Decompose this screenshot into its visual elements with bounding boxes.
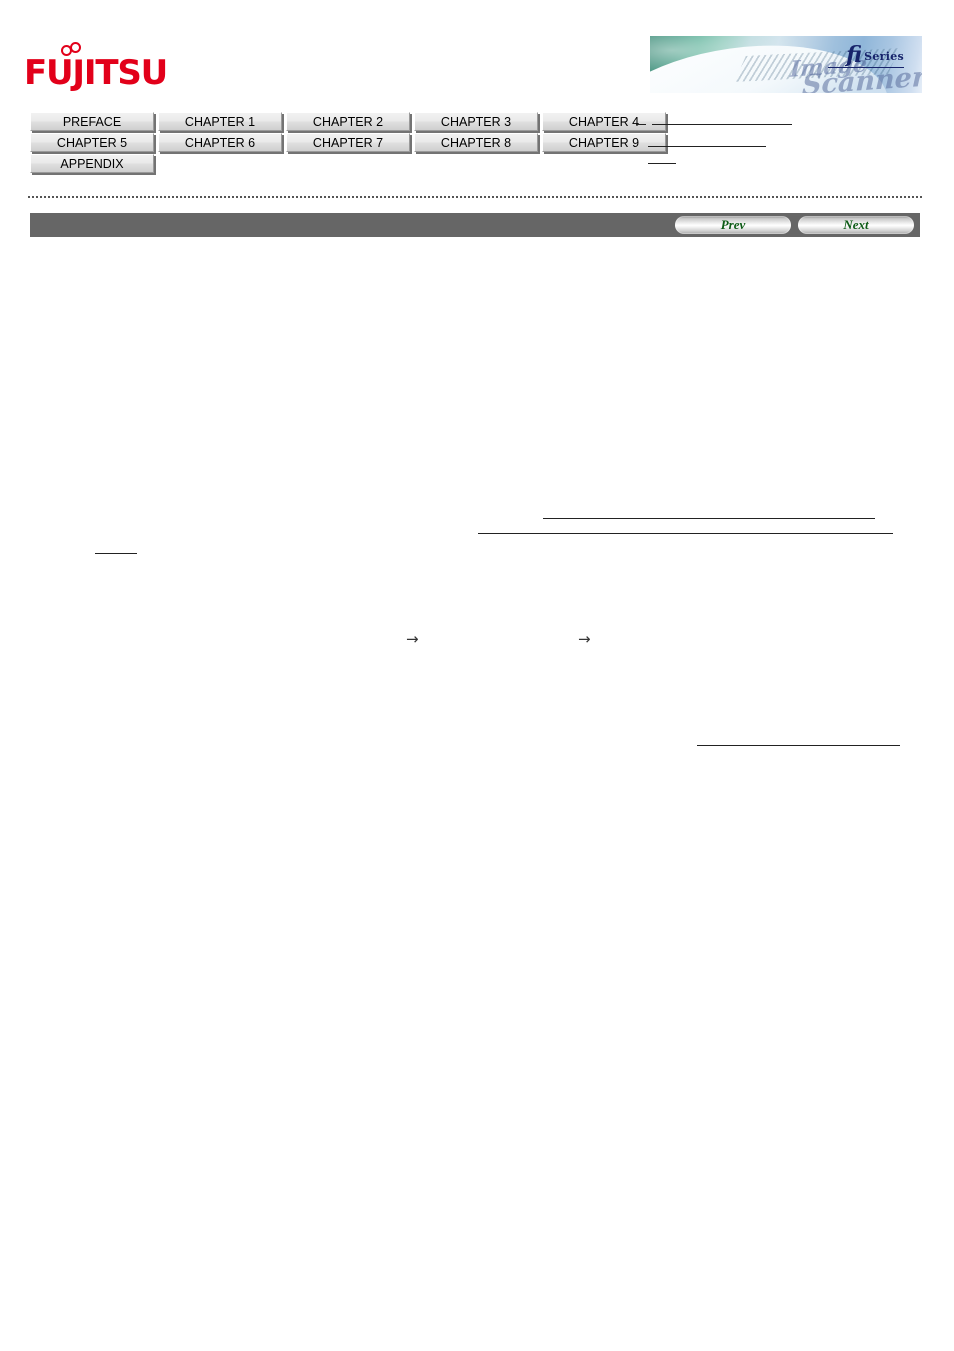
page-header: FUJITSU Image Scanner fi Series: [0, 0, 954, 105]
content-underline-1: [543, 518, 875, 519]
content-underline-4: [697, 745, 900, 746]
fi-series-label: Series: [864, 50, 904, 63]
nav-button-preface[interactable]: PREFACE: [30, 112, 154, 131]
fi-series-banner: Image Scanner fi Series: [650, 36, 922, 93]
content-underline-3: [95, 553, 137, 554]
fi-series-mark: fi Series: [846, 44, 904, 66]
nav-button-chapter-8[interactable]: CHAPTER 8: [414, 133, 538, 152]
right-arrow-icon-1: →: [406, 630, 419, 648]
nav-button-chapter-3[interactable]: CHAPTER 3: [414, 112, 538, 131]
dotted-divider: [28, 196, 922, 198]
pager-bar: Prev Next: [30, 213, 920, 237]
content-underline-2: [478, 533, 893, 534]
nav-button-chapter-7[interactable]: CHAPTER 7: [286, 133, 410, 152]
nav-button-appendix[interactable]: APPENDIX: [30, 154, 154, 173]
nav-button-chapter-6[interactable]: CHAPTER 6: [158, 133, 282, 152]
nav-button-chapter-2[interactable]: CHAPTER 2: [286, 112, 410, 131]
fi-mark-underline: [828, 67, 904, 68]
chapter-nav-row-1: PREFACE CHAPTER 1 CHAPTER 2 CHAPTER 3 CH…: [30, 112, 670, 131]
nav-button-chapter-9[interactable]: CHAPTER 9: [542, 133, 666, 152]
nav-button-chapter-5[interactable]: CHAPTER 5: [30, 133, 154, 152]
fujitsu-logo: FUJITSU: [24, 42, 168, 96]
nav-button-chapter-1[interactable]: CHAPTER 1: [158, 112, 282, 131]
nav-side-tick: [636, 124, 646, 125]
fi-mark-text: fi: [846, 42, 863, 68]
next-button[interactable]: Next: [798, 216, 914, 234]
nav-button-chapter-4[interactable]: CHAPTER 4: [542, 112, 666, 131]
nav-side-rule-1: [652, 124, 792, 125]
right-arrow-icon-2: →: [578, 630, 591, 648]
chapter-nav-row-3: APPENDIX: [30, 154, 670, 173]
chapter-nav-row-2: CHAPTER 5 CHAPTER 6 CHAPTER 7 CHAPTER 8 …: [30, 133, 670, 152]
fujitsu-wordmark: FUJITSU: [24, 53, 168, 93]
prev-button[interactable]: Prev: [675, 216, 791, 234]
nav-side-rule-2: [648, 146, 766, 147]
nav-side-rule-3: [648, 163, 676, 164]
chapter-navigation: PREFACE CHAPTER 1 CHAPTER 2 CHAPTER 3 CH…: [30, 112, 670, 175]
